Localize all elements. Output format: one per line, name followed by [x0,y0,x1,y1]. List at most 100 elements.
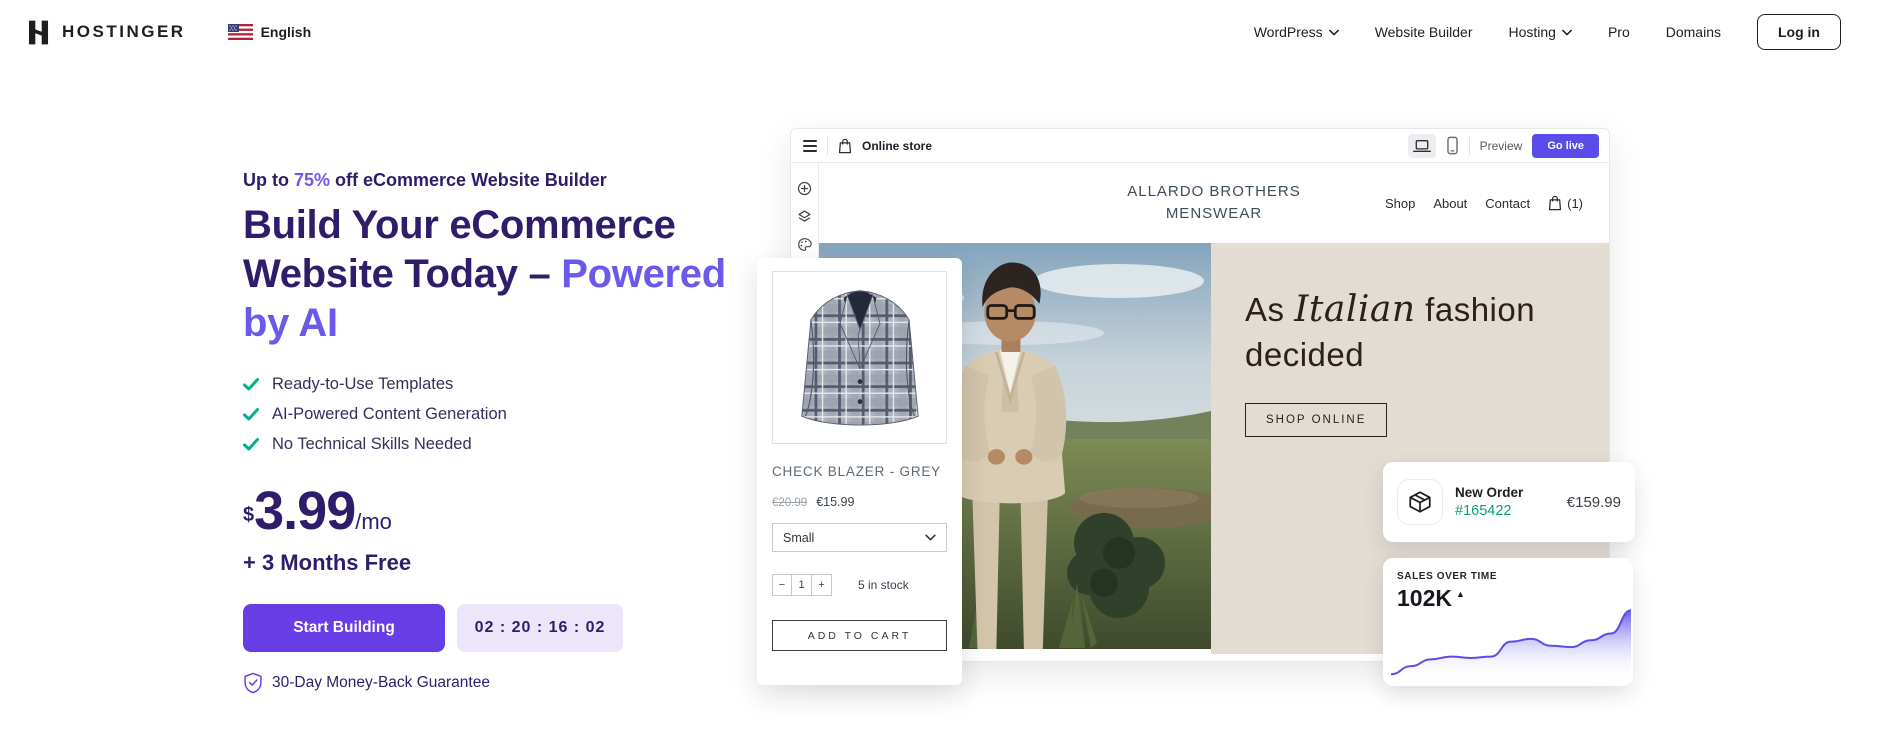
order-amount: €159.99 [1567,494,1621,511]
desktop-view-button[interactable] [1408,134,1436,158]
menu-item-hosting[interactable]: Hosting [1508,24,1571,40]
divider [1469,137,1470,155]
page: HOSTINGER English WordPress Website Buil… [0,0,1889,738]
layers-icon[interactable] [797,209,812,224]
store-nav-contact[interactable]: Contact [1485,196,1530,211]
chevron-down-icon [1329,29,1339,36]
language-selector[interactable]: English [228,24,312,40]
blazer-product-image [780,279,940,437]
menu-label: WordPress [1254,24,1323,40]
feature-list: Ready-to-Use Templates AI-Powered Conten… [243,375,735,454]
quantity-increase-button[interactable]: + [812,574,832,596]
package-box-icon [1407,489,1433,515]
price-currency: $ [243,504,254,526]
menu-label: Website Builder [1375,24,1473,40]
sales-area-chart [1391,604,1631,680]
feature-item: No Technical Skills Needed [243,435,735,454]
store-brand-line1: ALLARDO BROTHERS [1127,181,1301,203]
heading-text: As [1245,291,1294,328]
cart-count: (1) [1567,196,1583,211]
quantity-value: 1 [792,574,812,596]
us-flag-icon [228,24,253,40]
mobile-view-button[interactable] [1446,136,1459,155]
store-hero-heading: As Italian fashion decided [1245,287,1609,377]
menu-label: Pro [1608,24,1630,40]
price: $3.99/mo [243,480,735,542]
money-back-guarantee: 30-Day Money-Back Guarantee [243,672,735,694]
start-building-button[interactable]: Start Building [243,604,445,652]
divider [827,137,828,155]
countdown-timer: 02 : 20 : 16 : 02 [457,604,623,652]
order-title: New Order [1455,485,1523,500]
brand-name: HOSTINGER [62,22,186,42]
store-brand-line2: MENSWEAR [1127,203,1301,225]
heading-text: fashion [1416,291,1536,328]
heading-text: decided [1245,336,1364,373]
feature-item: AI-Powered Content Generation [243,405,735,424]
quantity-row: − 1 + 5 in stock [772,574,947,596]
trend-up-icon: ▲ [1456,589,1465,599]
promo-eyebrow: Up to 75% off eCommerce Website Builder [243,170,735,191]
store-header: ALLARDO BROTHERS MENSWEAR Shop About Con… [819,163,1609,243]
hamburger-menu-icon[interactable] [803,140,817,152]
size-select[interactable]: Small [772,523,947,552]
stock-status: 5 in stock [858,578,909,592]
shopping-bag-icon [1548,195,1562,211]
order-icon-chip [1397,479,1443,525]
price-bonus: + 3 Months Free [243,550,735,576]
check-icon [243,408,259,421]
feature-label: AI-Powered Content Generation [272,405,507,424]
menu-item-pro[interactable]: Pro [1608,24,1630,40]
builder-page-label: Online store [862,139,932,153]
product-name: CHECK BLAZER - GREY [772,464,947,479]
add-to-cart-button[interactable]: ADD TO CART [772,620,947,651]
store-nav-about[interactable]: About [1433,196,1467,211]
menu-item-website-builder[interactable]: Website Builder [1375,24,1473,40]
hostinger-logo-icon [25,19,52,46]
laptop-icon [1413,139,1431,153]
product-price: €15.99 [816,495,854,509]
login-button[interactable]: Log in [1757,14,1841,50]
shield-check-icon [243,672,263,694]
store-nav-shop[interactable]: Shop [1385,196,1415,211]
add-element-icon[interactable] [797,181,812,196]
store-cart-button[interactable]: (1) [1548,195,1583,211]
shop-online-button[interactable]: SHOP ONLINE [1245,403,1387,437]
product-old-price: €20.99 [772,497,807,509]
feature-label: Ready-to-Use Templates [272,375,453,394]
order-number: #165422 [1455,503,1523,519]
check-icon [243,378,259,391]
price-amount: 3.99 [254,481,355,541]
smartphone-icon [1446,136,1459,155]
eyebrow-text: off eCommerce Website Builder [330,170,607,190]
eyebrow-text: Up to [243,170,294,190]
store-nav: Shop About Contact (1) [1385,195,1583,211]
product-prices: €20.99 €15.99 [772,495,947,509]
check-icon [243,438,259,451]
chevron-down-icon [1562,29,1572,36]
preview-button[interactable]: Preview [1480,139,1523,153]
price-period: /mo [355,509,392,534]
language-label: English [261,24,312,40]
size-select-value: Small [783,531,814,545]
main-menu: WordPress Website Builder Hosting Pro Do… [1254,24,1721,40]
hostinger-logo[interactable]: HOSTINGER [25,19,186,46]
menu-item-wordpress[interactable]: WordPress [1254,24,1339,40]
product-card: CHECK BLAZER - GREY €20.99 €15.99 Small … [757,258,962,685]
sales-label: SALES OVER TIME [1397,571,1633,582]
menu-label: Domains [1666,24,1721,40]
cta-row: Start Building 02 : 20 : 16 : 02 [243,604,735,652]
sales-over-time-card: SALES OVER TIME 102K ▲ [1383,558,1633,686]
go-live-button[interactable]: Go live [1532,134,1599,158]
hero-section: Up to 75% off eCommerce Website Builder … [243,170,735,694]
builder-topbar: Online store Preview Go live [791,129,1609,163]
new-order-card: New Order #165422 €159.99 [1383,462,1635,542]
menu-label: Hosting [1508,24,1555,40]
page-title: Build Your eCommerce Website Today – Pow… [243,201,735,347]
guarantee-label: 30-Day Money-Back Guarantee [272,674,490,692]
heading-script-word: Italian [1294,289,1415,330]
quantity-decrease-button[interactable]: − [772,574,792,596]
menu-item-domains[interactable]: Domains [1666,24,1721,40]
feature-label: No Technical Skills Needed [272,435,472,454]
palette-icon[interactable] [797,237,812,252]
